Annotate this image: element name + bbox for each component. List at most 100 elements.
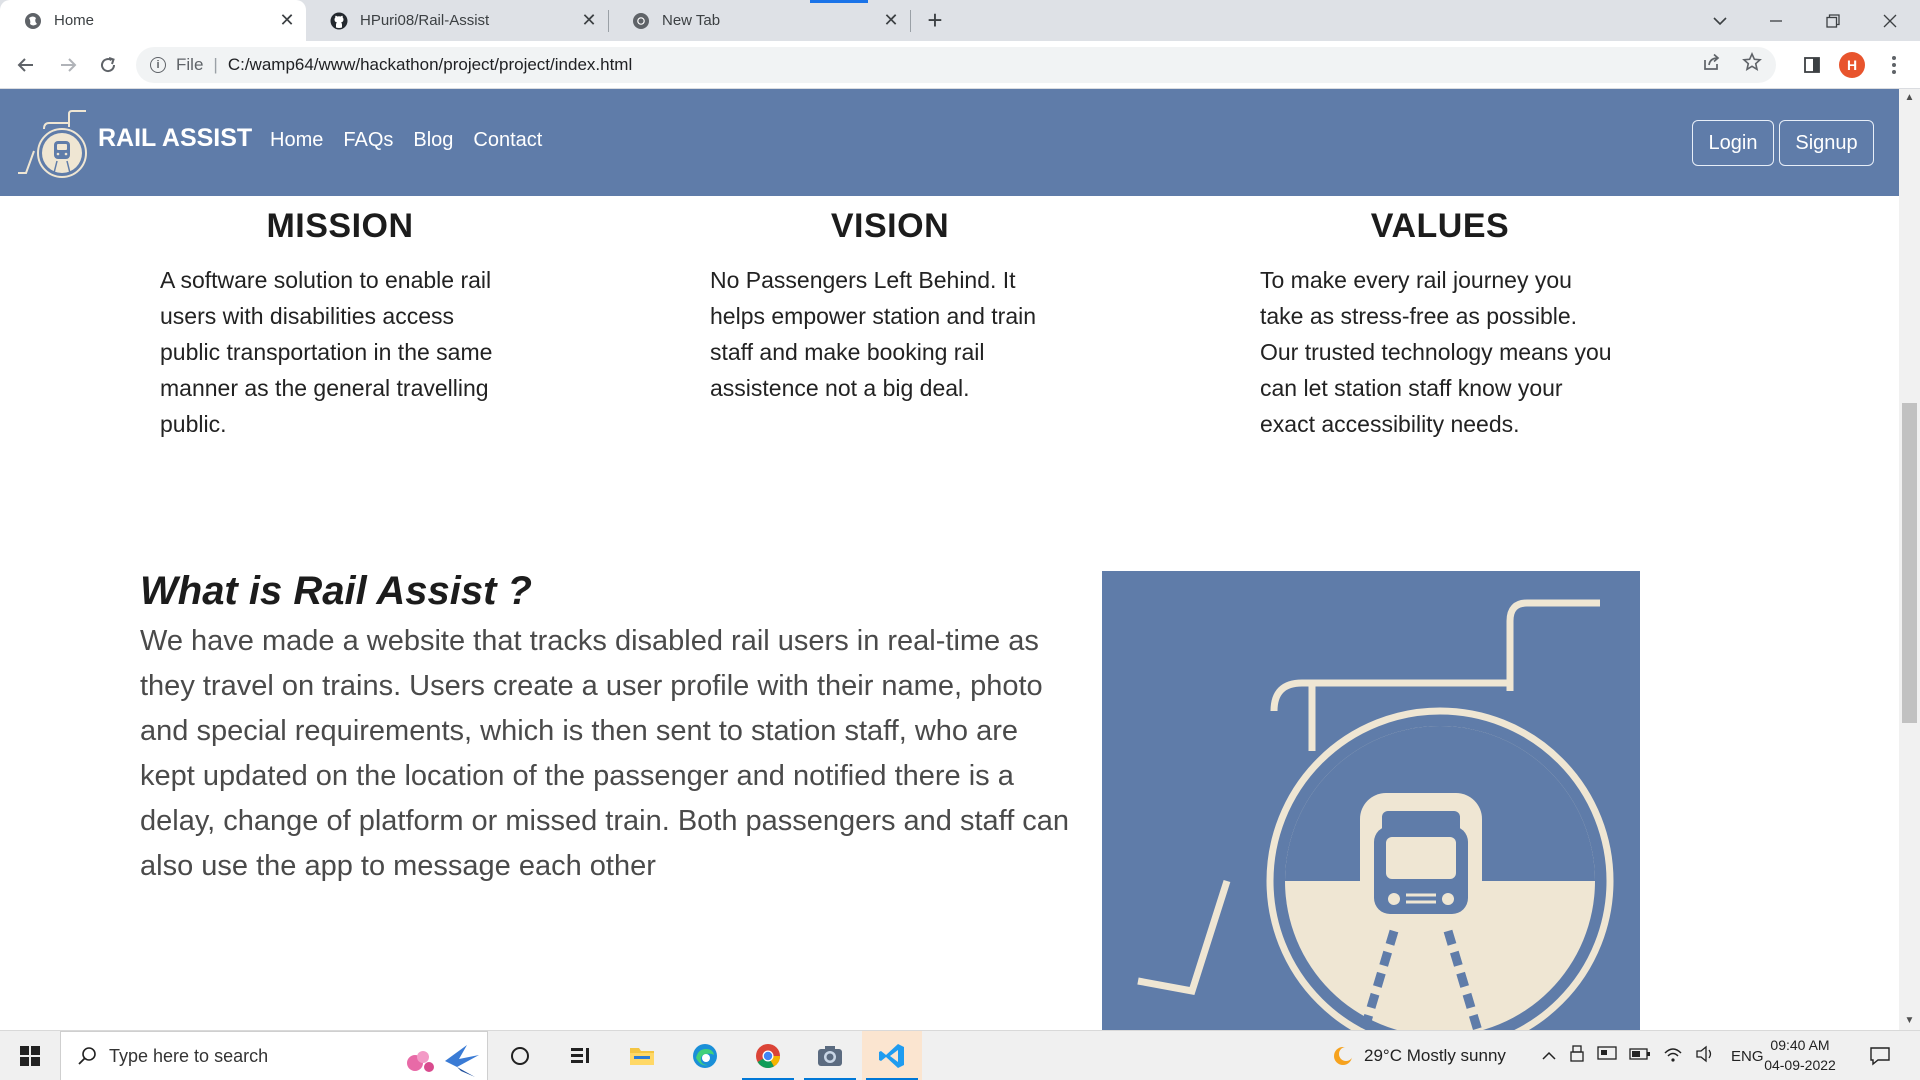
edge-button[interactable] — [675, 1031, 735, 1080]
search-icon — [78, 1047, 96, 1065]
tab-strip: Home ✕ HPuri08/Rail-Assist ✕ New Tab ✕ + — [0, 0, 1920, 41]
url-scheme: File — [176, 55, 204, 74]
site-navbar: RAIL ASSIST Home FAQs Blog Contact Login… — [0, 89, 1899, 196]
info-icon[interactable]: i — [150, 57, 166, 73]
side-panel-button[interactable] — [1796, 49, 1828, 81]
github-icon — [330, 12, 348, 30]
weather-widget[interactable]: 29°C Mostly sunny — [1330, 1031, 1506, 1080]
battery-icon[interactable] — [1629, 1046, 1651, 1066]
chevron-down-icon — [1713, 16, 1727, 25]
nav-blog[interactable]: Blog — [413, 129, 453, 152]
close-icon[interactable]: ✕ — [276, 10, 298, 32]
vision-text: No Passengers Left Behind. It helps empo… — [710, 267, 1037, 401]
minimize-icon — [1770, 19, 1782, 22]
kebab-menu-icon — [1892, 56, 1896, 74]
restore-button[interactable] — [1805, 0, 1861, 41]
login-button[interactable]: Login — [1692, 120, 1774, 166]
usb-icon[interactable] — [1569, 1044, 1585, 1068]
tab-search-button[interactable] — [1692, 0, 1748, 41]
arrow-left-icon — [17, 58, 33, 72]
menu-button[interactable] — [1882, 49, 1906, 81]
taskbar-search[interactable]: Type here to search — [60, 1031, 488, 1080]
vision-title: VISION — [830, 207, 950, 245]
tab-new-tab[interactable]: New Tab ✕ — [608, 0, 910, 41]
vscode-icon — [879, 1044, 904, 1068]
minimize-button[interactable] — [1748, 0, 1804, 41]
mission-text: A software solution to enable rail users… — [160, 267, 493, 437]
camera-button[interactable] — [800, 1031, 860, 1080]
sun-icon — [1334, 1047, 1353, 1065]
url-divider: | — [213, 55, 218, 74]
scroll-down-icon[interactable]: ▼ — [1902, 1014, 1917, 1028]
tab-title: HPuri08/Rail-Assist — [360, 12, 490, 29]
new-tab-button[interactable]: + — [920, 6, 950, 36]
volume-icon[interactable] — [1695, 1045, 1715, 1068]
task-view-icon — [571, 1048, 589, 1063]
wifi-icon[interactable] — [1663, 1045, 1683, 1068]
page-viewport: RAIL ASSIST Home FAQs Blog Contact Login… — [0, 89, 1920, 1030]
close-icon[interactable]: ✕ — [578, 10, 600, 32]
chrome-icon — [756, 1044, 780, 1069]
brand[interactable]: RAIL ASSIST — [16, 103, 252, 183]
close-window-button[interactable] — [1862, 0, 1918, 41]
notification-icon — [1870, 1047, 1890, 1066]
tab-home[interactable]: Home ✕ — [0, 0, 306, 41]
reload-button[interactable] — [92, 49, 124, 81]
globe-icon — [24, 12, 42, 30]
reload-icon — [101, 57, 116, 73]
cortana-button[interactable] — [490, 1031, 550, 1080]
restore-icon — [1826, 13, 1840, 28]
forward-button[interactable] — [52, 49, 84, 81]
values-text: To make every rail journey you take as s… — [1260, 267, 1612, 437]
chevron-up-icon[interactable] — [1541, 1046, 1557, 1066]
back-button[interactable] — [10, 49, 42, 81]
chrome-button[interactable] — [738, 1031, 798, 1080]
arrow-right-icon — [61, 58, 77, 72]
bookmark-star-icon[interactable] — [1742, 52, 1762, 78]
nav-home[interactable]: Home — [270, 129, 323, 152]
scroll-up-icon[interactable]: ▲ — [1902, 91, 1917, 105]
tab-title: New Tab — [662, 12, 721, 29]
signup-button[interactable]: Signup — [1779, 120, 1874, 166]
rail-assist-logo-icon — [18, 110, 87, 178]
windows-taskbar: Type here to search 29°C Mostly sunny EN… — [0, 1030, 1920, 1080]
weather-text: 29°C Mostly sunny — [1364, 1046, 1506, 1065]
side-panel-icon — [1804, 57, 1820, 73]
search-placeholder: Type here to search — [109, 1045, 269, 1066]
rail-assist-illustration — [1102, 571, 1640, 1030]
display-icon[interactable] — [1597, 1045, 1617, 1068]
windows-logo-icon — [20, 1046, 40, 1066]
mission-title: MISSION — [266, 207, 414, 245]
file-explorer-button[interactable] — [612, 1031, 672, 1080]
address-bar[interactable]: i File | C:/wamp64/www/hackathon/project… — [136, 47, 1776, 83]
values-column: VALUES To make every rail journey you ta… — [1230, 207, 1650, 442]
wheelchair-train-icon — [1137, 599, 1614, 1030]
url-text[interactable]: C:/wamp64/www/hackathon/project/project/… — [228, 55, 632, 75]
profile-avatar[interactable]: H — [1839, 52, 1865, 78]
tab-title: Home — [54, 12, 95, 29]
cortana-icon — [511, 1047, 529, 1065]
share-icon[interactable] — [1702, 52, 1722, 78]
clock-time: 09:40 AM — [1770, 1037, 1830, 1053]
vscode-button[interactable] — [862, 1031, 922, 1080]
nav-contact[interactable]: Contact — [473, 129, 542, 152]
close-icon[interactable]: ✕ — [880, 10, 902, 32]
nav-faqs[interactable]: FAQs — [343, 129, 393, 152]
browser-toolbar: i File | C:/wamp64/www/hackathon/project… — [0, 41, 1920, 89]
about-title: What is Rail Assist ? — [140, 569, 532, 613]
mission-column: MISSION A software solution to enable ra… — [130, 207, 550, 442]
edge-icon — [693, 1044, 717, 1068]
notifications-button[interactable] — [1860, 1031, 1900, 1080]
vision-column: VISION No Passengers Left Behind. It hel… — [680, 207, 1100, 406]
task-view-button[interactable] — [550, 1031, 610, 1080]
clock[interactable]: 09:40 AM 04-09-2022 — [1764, 1035, 1836, 1075]
about-text: We have made a website that tracks disab… — [140, 625, 1070, 882]
tab-github[interactable]: HPuri08/Rail-Assist ✕ — [306, 0, 608, 41]
loading-indicator — [810, 0, 868, 3]
start-button[interactable] — [0, 1031, 60, 1080]
language-indicator[interactable]: ENG — [1731, 1048, 1764, 1065]
scrollbar-thumb[interactable] — [1902, 403, 1917, 723]
clock-date: 04-09-2022 — [1764, 1057, 1836, 1073]
primary-nav: Home FAQs Blog Contact — [270, 129, 542, 152]
values-title: VALUES — [1370, 207, 1510, 245]
